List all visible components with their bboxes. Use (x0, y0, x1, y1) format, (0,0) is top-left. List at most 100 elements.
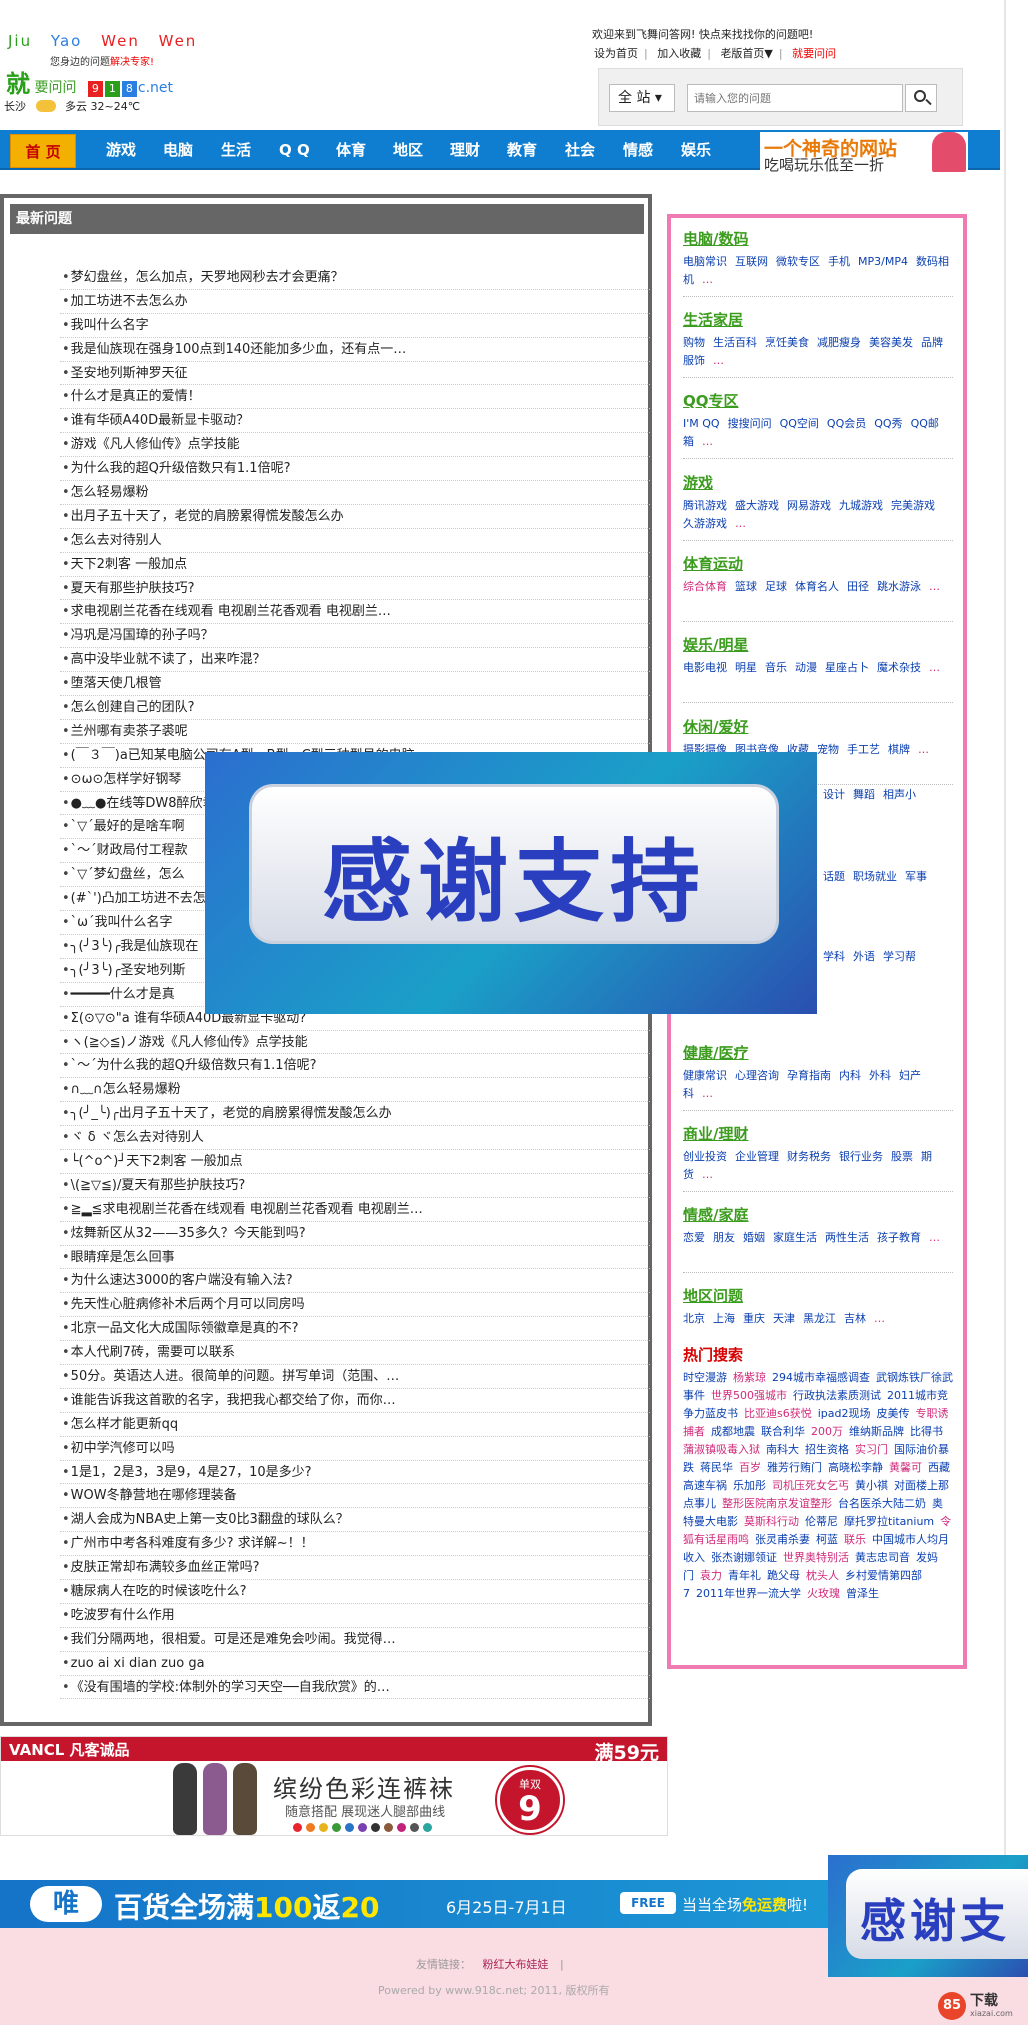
category-link[interactable]: 相声小 (883, 788, 916, 801)
category-link[interactable]: 企业管理 (735, 1150, 779, 1163)
question-item[interactable]: •为什么我的超Q升级倍数只有1.1倍呢? (60, 457, 650, 482)
question-item[interactable]: •我叫什么名字 (60, 314, 650, 338)
hot-search-link[interactable]: 百岁 (739, 1461, 761, 1474)
hot-search-link[interactable]: 联合利华 (761, 1425, 805, 1438)
question-item[interactable]: •50分。英语达人进。很简单的问题。拼写单词（范围、… (60, 1365, 650, 1389)
category-link[interactable]: 购物 (683, 336, 705, 349)
nav-item-computer[interactable]: 电脑 (163, 130, 193, 170)
question-item[interactable]: •糖尿病人在吃的时候该吃什么? (60, 1580, 650, 1604)
category-title[interactable]: 休闲/爱好 (683, 716, 953, 737)
question-item[interactable]: •╮(╯_╰)╭出月子五十天了，老觉的肩膀累得慌发酸怎么办 (60, 1102, 650, 1127)
nav-item-qq[interactable]: Q Q (279, 130, 310, 170)
category-link[interactable]: 电影电视 (683, 661, 727, 674)
question-link[interactable]: 50分。英语达人进。很简单的问题。拼写单词（范围、… (71, 1369, 400, 1384)
question-link[interactable]: 怎么去对待别人 (71, 533, 162, 548)
color-swatch[interactable] (410, 1823, 419, 1832)
question-link[interactable]: `～´为什么我的超Q升级倍数只有1.1倍呢? (71, 1058, 317, 1073)
color-swatch[interactable] (319, 1823, 328, 1832)
question-link[interactable]: 谁能告诉我这首歌的名字，我把我心都交给了你，而你… (71, 1393, 396, 1408)
thanks-popup-small[interactable]: 感谢支 (828, 1855, 1028, 1977)
category-link[interactable]: 学科 (823, 950, 845, 963)
question-item[interactable]: •∩﹏∩怎么轻易爆粉 (60, 1078, 650, 1103)
category-link[interactable]: 网易游戏 (787, 499, 831, 512)
question-link[interactable]: ●﹏●在线等DW8醉欣幸 (71, 796, 216, 811)
category-link[interactable]: 股票 (891, 1150, 913, 1163)
question-item[interactable]: •\(≧▽≦)/夏天有那些护肤技巧? (60, 1174, 650, 1198)
hot-search-link[interactable]: 皮美传 (877, 1407, 910, 1420)
nav-item-life[interactable]: 生活 (221, 130, 251, 170)
more-link[interactable]: … (929, 1231, 940, 1244)
question-link[interactable]: 炫舞新区从32——35多久？今天能到吗? (71, 1226, 306, 1241)
question-item[interactable]: •高中没毕业就不读了，出来咋混？ (60, 648, 650, 673)
question-item[interactable]: •《没有围墙的学校:体制外的学习天空──自我欣赏》的… (60, 1676, 650, 1700)
question-link[interactable]: ╮(╯_╰)╭出月子五十天了，老觉的肩膀累得慌发酸怎么办 (71, 1106, 392, 1121)
color-swatch[interactable] (293, 1823, 302, 1832)
more-link[interactable]: … (713, 354, 724, 367)
more-link[interactable]: … (702, 1168, 713, 1181)
hot-search-link[interactable]: ipad2现场 (818, 1407, 871, 1420)
search-button[interactable] (905, 84, 937, 112)
category-link[interactable]: QQ秀 (874, 417, 902, 430)
question-link[interactable]: 堕落天使几根管 (71, 676, 162, 691)
question-link[interactable]: `▽´梦幻盘丝，怎么 (71, 867, 185, 882)
category-link[interactable]: 动漫 (795, 661, 817, 674)
question-link[interactable]: ヾ δ ヾ怎么去对待别人 (71, 1130, 204, 1145)
question-link[interactable]: 高中没毕业就不读了，出来咋混？ (71, 652, 266, 667)
category-link[interactable]: 魔术杂技 (877, 661, 921, 674)
question-link[interactable]: 游戏《凡人修仙传》点学技能 (71, 437, 240, 452)
hot-search-link[interactable]: 294城市幸福感调查 (772, 1371, 870, 1384)
category-title[interactable]: 生活家居 (683, 309, 953, 330)
nav-item-entertainment[interactable]: 娱乐 (681, 130, 711, 170)
hot-search-link[interactable]: 跪父母 (767, 1569, 800, 1582)
category-link[interactable]: 综合体育 (683, 580, 727, 593)
hot-search-link[interactable]: 高晓松李静 (828, 1461, 883, 1474)
question-link[interactable]: 本人代刷7砖，需要可以联系 (71, 1345, 235, 1360)
question-link[interactable]: ヽ(≧◇≦)ノ游戏《凡人修仙传》点学技能 (71, 1035, 308, 1050)
category-title[interactable]: 健康/医疗 (683, 1042, 953, 1063)
question-item[interactable]: •为什么速达3000的客户端没有输入法? (60, 1269, 650, 1294)
hot-search-link[interactable]: 杨紫琼 (733, 1371, 766, 1384)
category-link[interactable]: 舞蹈 (853, 788, 875, 801)
category-link[interactable]: 朋友 (713, 1231, 735, 1244)
category-link[interactable]: 内科 (839, 1069, 861, 1082)
question-item[interactable]: •先天性心脏病修补术后两个月可以同房吗 (60, 1293, 650, 1318)
category-link[interactable]: 电脑常识 (683, 255, 727, 268)
question-item[interactable]: •堕落天使几根管 (60, 672, 650, 697)
more-link[interactable]: … (735, 517, 746, 530)
category-link[interactable]: 美容美发 (869, 336, 913, 349)
logo[interactable]: 就 要问问 9 1 8 c.net (6, 64, 173, 99)
nav-item-education[interactable]: 教育 (507, 130, 537, 170)
nav-item-region[interactable]: 地区 (393, 130, 423, 170)
question-link[interactable]: `～´财政局付工程款 (71, 843, 188, 858)
set-homepage-link[interactable]: 设为首页 (594, 47, 638, 60)
nav-item-society[interactable]: 社会 (565, 130, 595, 170)
category-link[interactable]: 健康常识 (683, 1069, 727, 1082)
category-link[interactable]: 棋牌 (888, 743, 910, 756)
category-link[interactable]: 银行业务 (839, 1150, 883, 1163)
add-favorite-link[interactable]: 加入收藏 (657, 47, 701, 60)
question-link[interactable]: 什么才是真正的爱情！ (71, 389, 201, 404)
hot-search-link[interactable]: 比亚迪s6获悦 (744, 1407, 812, 1420)
color-swatch[interactable] (384, 1823, 393, 1832)
hot-search-link[interactable]: 招生资格 (805, 1443, 849, 1456)
hot-search-link[interactable]: 实习门 (855, 1443, 888, 1456)
hot-search-link[interactable]: 台名医杀大陆二奶 (838, 1497, 926, 1510)
category-link[interactable]: 音乐 (765, 661, 787, 674)
question-link[interactable]: 我们分隔两地，很相爱。可是还是难免会吵闹。我觉得… (71, 1632, 396, 1647)
question-link[interactable]: 梦幻盘丝，怎么加点，天罗地网秒去才会更痛？ (71, 270, 344, 285)
category-link[interactable]: 足球 (765, 580, 787, 593)
question-link[interactable]: 皮肤正常却布满较多血丝正常吗? (71, 1560, 260, 1575)
question-link[interactable]: ≧▂≦求电视剧兰花香在线观看 电视剧兰花香观看 电视剧兰… (71, 1202, 423, 1217)
hot-search-link[interactable]: 时空漫游 (683, 1371, 727, 1384)
category-link[interactable]: 职场就业 (853, 870, 897, 883)
hot-search-link[interactable]: 摩托罗拉titanium (844, 1515, 934, 1528)
question-item[interactable]: •兰州哪有卖茶子裘呢 (60, 720, 650, 744)
color-swatch[interactable] (332, 1823, 341, 1832)
question-item[interactable]: •我是仙族现在强身100点到140还能加多少血，还有点一… (60, 338, 650, 362)
question-link[interactable]: ╮(╯3╰)╭圣安地列斯 (71, 963, 186, 978)
hot-search-link[interactable]: 袁力 (700, 1569, 722, 1582)
hot-search-link[interactable]: 黄馨可 (889, 1461, 922, 1474)
question-item[interactable]: •初中学汽修可以吗 (60, 1437, 650, 1461)
hot-search-link[interactable]: 莫斯科行动 (744, 1515, 799, 1528)
hot-search-link[interactable]: 成都地震 (711, 1425, 755, 1438)
